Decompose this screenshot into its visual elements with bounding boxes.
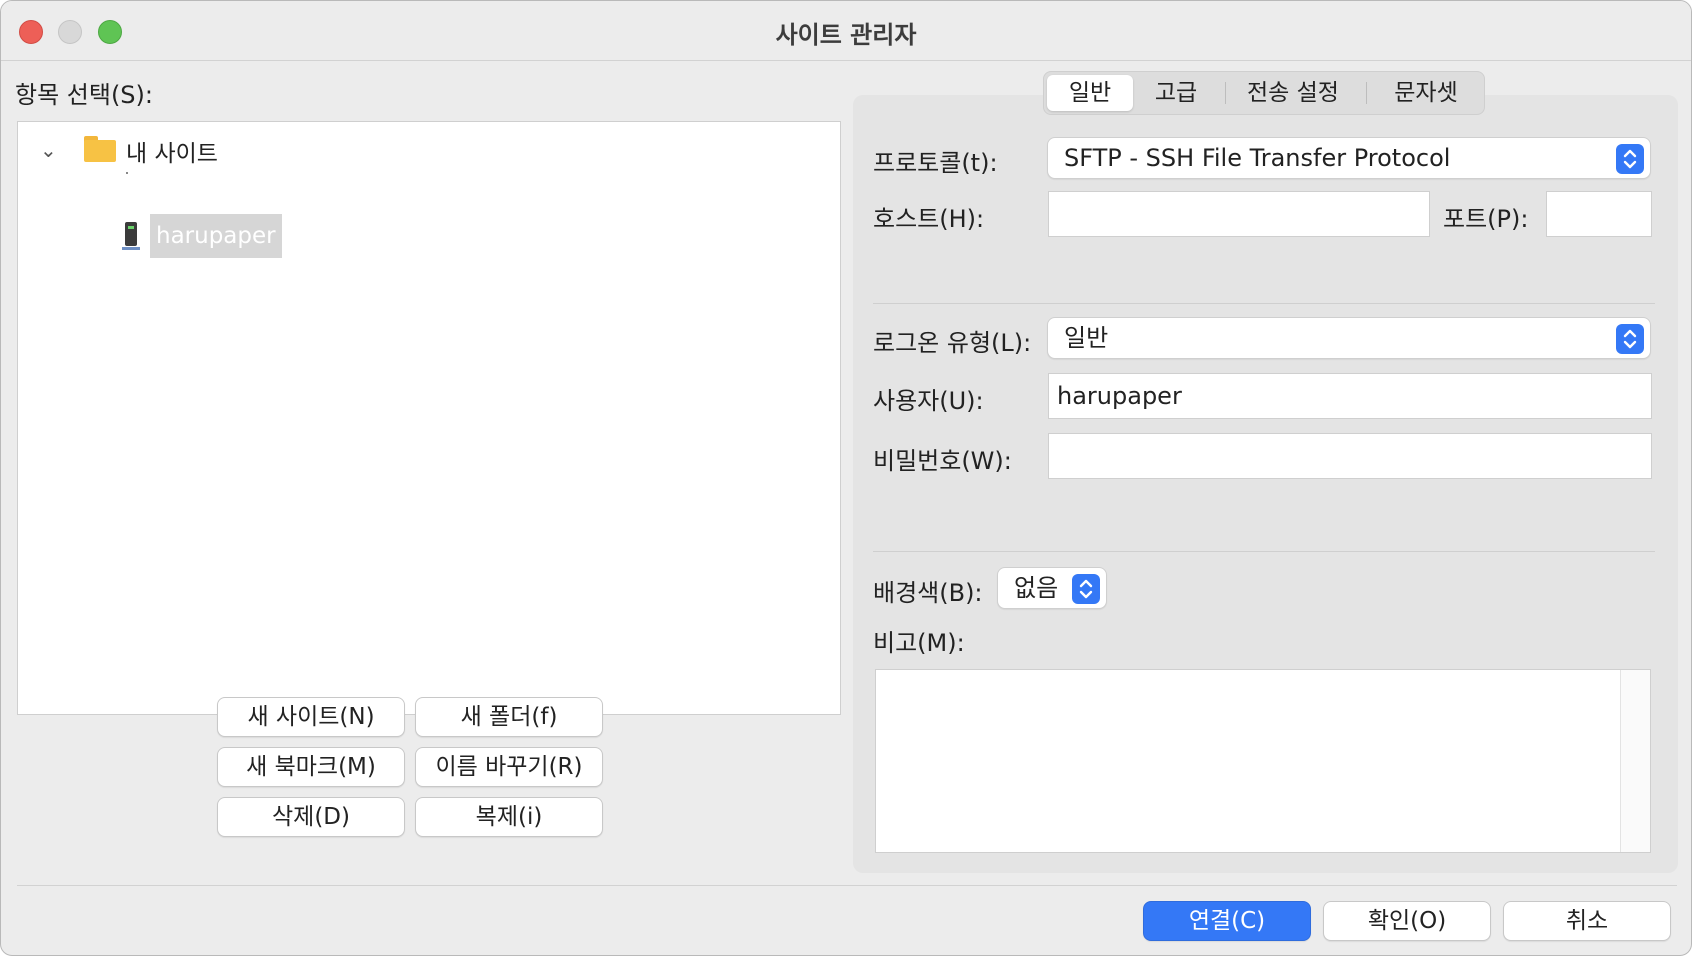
logon-type-label: 로그온 유형(L): [873, 329, 1032, 357]
tab-transfer-settings[interactable]: 전송 설정 [1230, 75, 1356, 111]
logon-type-select[interactable]: 일반 [1047, 317, 1651, 359]
user-label: 사용자(U): [873, 387, 984, 415]
tab-advanced[interactable]: 고급 [1136, 75, 1216, 111]
rename-button[interactable]: 이름 바꾸기(R) [415, 747, 603, 787]
site-manager-window: 사이트 관리자 항목 선택(S): ⌄ 내 사이트 harupaper 새 사이… [0, 0, 1692, 956]
new-bookmark-button[interactable]: 새 북마크(M) [217, 747, 405, 787]
connect-button[interactable]: 연결(C) [1143, 901, 1311, 941]
host-label: 호스트(H): [873, 205, 985, 233]
tree-site-harupaper[interactable]: harupaper [150, 214, 282, 258]
port-input[interactable] [1546, 191, 1652, 237]
tree-connector-dot [126, 172, 128, 174]
cancel-button[interactable]: 취소 [1503, 901, 1671, 941]
background-color-select[interactable]: 없음 [997, 567, 1107, 609]
folder-icon [84, 136, 116, 162]
chevron-down-icon[interactable]: ⌄ [40, 138, 57, 162]
tab-charset[interactable]: 문자셋 [1372, 75, 1480, 111]
password-input[interactable] [1048, 433, 1652, 479]
server-icon [122, 222, 140, 252]
window-title: 사이트 관리자 [775, 21, 917, 49]
site-tree[interactable]: ⌄ 내 사이트 harupaper [17, 121, 841, 715]
comments-scrollbar[interactable] [1620, 670, 1650, 852]
select-stepper-icon [1616, 144, 1644, 174]
protocol-select[interactable]: SFTP - SSH File Transfer Protocol [1047, 137, 1651, 179]
comments-label: 비고(M): [873, 629, 965, 657]
divider-2 [873, 551, 1655, 552]
port-label: 포트(P): [1443, 205, 1529, 233]
comments-textarea[interactable] [875, 669, 1651, 853]
background-color-value: 없음 [1014, 574, 1059, 602]
tab-general[interactable]: 일반 [1047, 75, 1133, 111]
tree-folder-my-sites[interactable]: 내 사이트 [126, 134, 218, 168]
titlebar: 사이트 관리자 [1, 1, 1691, 61]
new-folder-button[interactable]: 새 폴더(f) [415, 697, 603, 737]
background-color-label: 배경색(B): [873, 579, 983, 607]
settings-tabs: 일반 고급 전송 설정 문자셋 [1043, 71, 1485, 115]
host-input[interactable] [1048, 191, 1430, 237]
new-site-button[interactable]: 새 사이트(N) [217, 697, 405, 737]
protocol-value: SFTP - SSH File Transfer Protocol [1064, 144, 1451, 172]
protocol-label: 프로토콜(t): [873, 149, 998, 177]
password-label: 비밀번호(W): [873, 447, 1012, 475]
logon-type-value: 일반 [1064, 324, 1109, 352]
delete-button[interactable]: 삭제(D) [217, 797, 405, 837]
duplicate-button[interactable]: 복제(i) [415, 797, 603, 837]
divider-1 [873, 303, 1655, 304]
select-entry-label: 항목 선택(S): [15, 81, 153, 109]
ok-button[interactable]: 확인(O) [1323, 901, 1491, 941]
select-stepper-icon [1072, 574, 1100, 604]
select-stepper-icon [1616, 324, 1644, 354]
user-input[interactable]: harupaper [1048, 373, 1652, 419]
footer-divider [17, 885, 1677, 886]
